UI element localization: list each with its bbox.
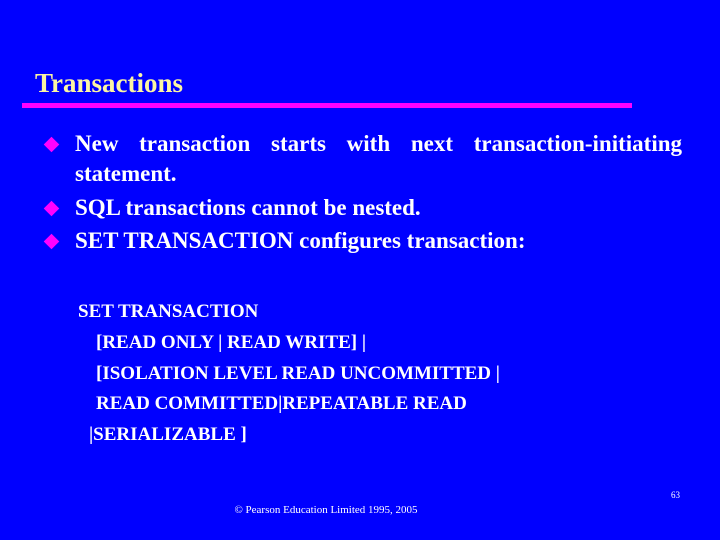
syntax-line: READ COMMITTED|REPEATABLE READ	[96, 393, 467, 415]
bullet-list: New transaction starts with next transac…	[0, 129, 720, 256]
list-item: SQL transactions cannot be nested.	[0, 193, 720, 223]
list-item-label: SQL transactions cannot be nested.	[75, 194, 421, 220]
list-item: SET TRANSACTION configures transaction:	[0, 226, 720, 256]
copyright-notice: © Pearson Education Limited 1995, 2005	[234, 504, 418, 516]
syntax-line: SET TRANSACTION	[78, 301, 259, 322]
diamond-bullet-icon	[43, 233, 60, 250]
slide: Transactions New transaction starts with…	[0, 0, 720, 540]
page-number: 63	[671, 490, 680, 500]
syntax-line: [READ ONLY | READ WRITE] |	[96, 331, 367, 353]
diamond-bullet-icon	[43, 136, 60, 153]
list-item-label: SET TRANSACTION configures transaction:	[75, 228, 526, 254]
list-item: New transaction starts with next transac…	[0, 129, 720, 190]
syntax-line: |SERIALIZABLE ]	[89, 424, 247, 446]
title-underline-rule	[22, 103, 632, 108]
page-title: Transactions	[35, 68, 184, 98]
syntax-line: [ISOLATION LEVEL READ UNCOMMITTED |	[96, 362, 500, 384]
list-item-label: New transaction starts with next transac…	[75, 131, 682, 187]
diamond-bullet-icon	[43, 200, 60, 216]
sql-syntax-block: SET TRANSACTION [READ ONLY | READ WRITE]…	[0, 297, 720, 451]
